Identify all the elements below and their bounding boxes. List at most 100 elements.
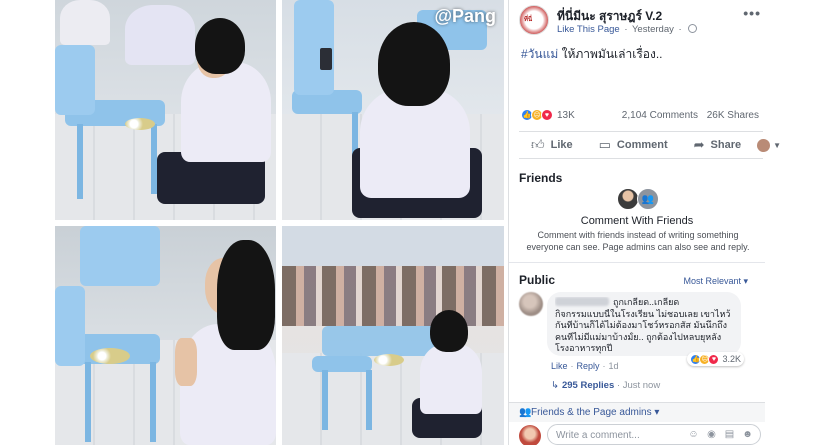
viewer-avatar: [757, 138, 771, 152]
comment-with-friends-section: Friends 👥 Comment With Friends Comment w…: [509, 159, 765, 263]
sticker-icon[interactable]: ☻: [741, 428, 754, 441]
gif-icon[interactable]: ▤: [723, 428, 736, 441]
student-hair: [195, 18, 245, 74]
comment-like-link[interactable]: Like: [551, 361, 568, 371]
comment-text: ถูกเกลียด..เกลียด: [613, 297, 680, 307]
post-meta: Like This Page · Yesterday ·: [557, 24, 698, 35]
replies-time: · Just now: [616, 380, 661, 391]
replies-count: 295 Replies: [561, 380, 615, 391]
chair-leg: [77, 124, 83, 199]
comment-sort-dropdown[interactable]: Most Relevant ▾: [683, 276, 748, 287]
love-reaction-icon: ♥: [541, 109, 553, 121]
comment-input[interactable]: [556, 428, 686, 442]
comment-line: กันที่บ้านก็ได้ไม่ต้องมาโชว์หรอกสัส มันน…: [555, 320, 727, 330]
hashtag-link[interactable]: #วันแม่: [521, 47, 558, 61]
thumbs-up-icon: 👍︎: [531, 137, 545, 152]
flower-garland: [90, 348, 130, 364]
post-photo-3[interactable]: [55, 226, 276, 445]
flower-garland: [125, 118, 155, 130]
share-button[interactable]: ➦ Share: [694, 137, 741, 153]
comment-time[interactable]: 1d: [609, 361, 619, 371]
stats-right: 2,104 Comments 26K Shares: [622, 110, 759, 121]
chair-leg: [85, 362, 91, 442]
plastic-chair: [312, 356, 372, 372]
view-replies-link[interactable]: ↳ 295 Replies · Just now: [551, 380, 660, 391]
share-button-label: Share: [710, 139, 742, 151]
friends-group-icon: 👥: [637, 188, 659, 210]
people-icon: 👥: [519, 407, 532, 418]
chair-leg: [322, 370, 328, 430]
comment-with-friends-title: Comment With Friends: [580, 215, 694, 227]
background-student: [125, 5, 195, 65]
camera-icon[interactable]: ◉: [705, 428, 718, 441]
page-avatar[interactable]: ที่นี่: [519, 5, 549, 35]
hall-stage: [282, 226, 504, 266]
hall-crowd: [282, 266, 504, 326]
audience-selector[interactable]: ▼: [757, 138, 782, 152]
commenter-avatar[interactable]: [519, 292, 543, 316]
share-arrow-icon: ➦: [693, 137, 705, 152]
praying-hands: [175, 338, 197, 386]
composer-icons: ☺ ◉ ▤ ☻: [682, 428, 754, 441]
public-heading: Public: [519, 273, 556, 287]
reaction-count: 13K: [557, 109, 575, 121]
meta-separator: ·: [624, 24, 628, 35]
separator: ·: [570, 361, 574, 371]
plastic-chair: [80, 226, 160, 286]
chair-back: [55, 45, 95, 115]
post-photo-4[interactable]: [282, 226, 504, 445]
reaction-summary[interactable]: 👍 ☹ ♥ 13K: [521, 109, 575, 121]
like-this-page-link[interactable]: Like This Page: [557, 24, 620, 35]
reply-arrow-icon: ↳: [551, 380, 559, 391]
comment-line: ถูกเกลียด..เกลียด: [555, 297, 733, 309]
watermark-text: @Pang: [434, 6, 496, 26]
speech-bubble-icon: ▭: [598, 137, 611, 152]
globe-icon: [688, 24, 698, 33]
comment-line: คนที่ไม่มีแม่มาบ้างมั้ย.. ถูกต้องไปหลบยุ…: [555, 331, 722, 342]
mobile-phone: [320, 48, 332, 70]
post-caption-text: ให้ภาพมันเล่าเรื่อง..: [558, 47, 663, 61]
current-user-avatar: [519, 425, 541, 445]
shares-count-link[interactable]: 26K Shares: [707, 110, 759, 121]
comments-count-link[interactable]: 2,104 Comments: [622, 110, 698, 121]
student-shirt: [181, 62, 271, 162]
comment-with-friends-description: Comment with friends instead of writing …: [526, 230, 750, 252]
student-hair: [378, 22, 450, 106]
like-button[interactable]: 👍︎ Like: [531, 137, 573, 153]
post-action-bar: 👍︎ Like ▭ Comment ➦ Share ▼: [519, 131, 781, 159]
separator: ·: [602, 361, 606, 371]
student-hair: [217, 240, 275, 350]
friends-heading: Friends: [519, 171, 563, 185]
comment-line: กิจกรรมแบบนี้ในโรงเรียน ไม่ชอบเลย เขาไหว…: [555, 308, 731, 319]
emoji-icon[interactable]: ☺: [687, 428, 700, 441]
post-side-panel: ที่นี่ ที่นี่มีนะ สุราษฎร์ V.2 Like This…: [508, 0, 781, 445]
audience-label[interactable]: Friends & the Page admins ▾: [531, 407, 659, 418]
post-caption: #วันแม่ ให้ภาพมันเล่าเรื่อง..: [521, 45, 663, 64]
comment-button[interactable]: ▭ Comment: [599, 137, 668, 153]
post-header: ที่นี่ ที่นี่มีนะ สุราษฎร์ V.2 Like This…: [519, 5, 763, 39]
love-reaction-icon: ♥: [708, 353, 720, 365]
post-photo-collage[interactable]: @Pang: [55, 0, 504, 445]
post-photo-1[interactable]: [55, 0, 276, 220]
comment-actions: Like · Reply · 1d: [551, 361, 619, 371]
flower-garland: [374, 354, 404, 366]
more-horizontal-icon[interactable]: •••: [743, 5, 761, 21]
comment-button-label: Comment: [616, 139, 668, 151]
chevron-down-icon: ▼: [773, 140, 782, 150]
friends-avatars: 👥: [617, 188, 659, 210]
post-photo-2[interactable]: @Pang: [282, 0, 504, 220]
comment-bubble: ถูกเกลียด..เกลียด กิจกรรมแบบนี้ในโรงเรีย…: [547, 292, 741, 356]
friend-avatar: [617, 188, 639, 210]
chair-back: [55, 286, 85, 366]
chair-leg: [366, 370, 372, 430]
commenter-name[interactable]: [555, 297, 609, 306]
comment-composer[interactable]: ☺ ◉ ▤ ☻: [547, 424, 761, 445]
post-stats: 👍 ☹ ♥ 13K 2,104 Comments 26K Shares: [521, 108, 765, 126]
student-shirt: [420, 344, 482, 414]
student-hair: [430, 310, 468, 352]
comment-audience-bar[interactable]: 👥 Friends & the Page admins ▾: [509, 402, 765, 422]
like-button-label: Like: [550, 139, 573, 151]
comment-reply-link[interactable]: Reply: [577, 361, 600, 371]
post-time[interactable]: Yesterday: [632, 24, 674, 35]
comment-reaction-summary[interactable]: 👍 ☹ ♥ 3.2K: [687, 352, 744, 366]
